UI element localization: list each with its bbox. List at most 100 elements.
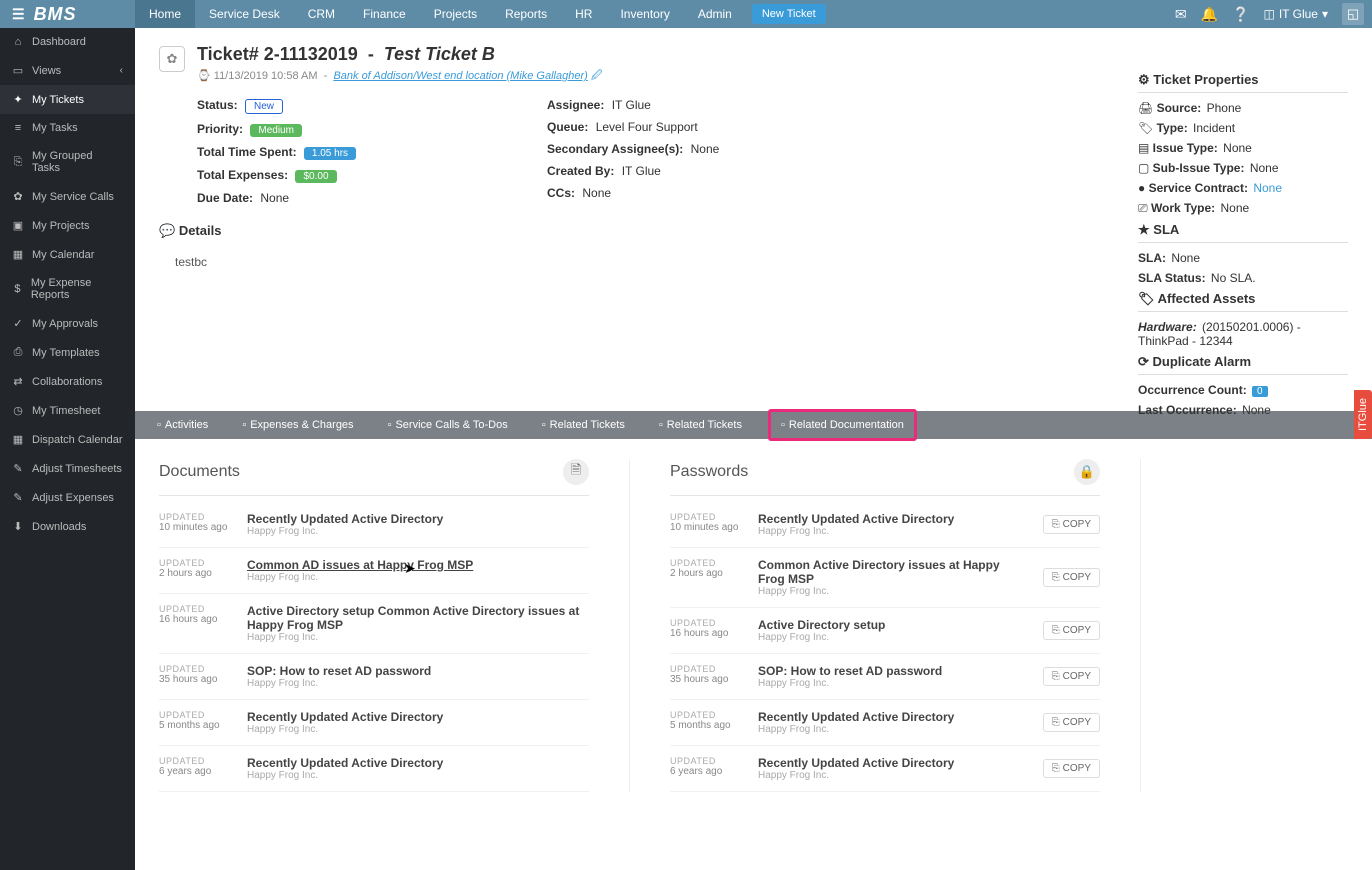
tab-expenses-charges[interactable]: ▫ Expenses & Charges [234,411,361,439]
itglue-tab[interactable]: ITGlue [1354,390,1372,439]
list-item[interactable]: UPDATED2 hours agoCommon AD issues at Ha… [159,548,589,594]
source-value: Phone [1207,101,1242,115]
list-item[interactable]: UPDATED35 hours agoSOP: How to reset AD … [159,654,589,700]
nav-service-desk[interactable]: Service Desk [195,0,294,28]
sla-heading: ★ SLA [1138,222,1348,243]
doc-title[interactable]: SOP: How to reset AD password [758,664,1027,678]
doc-title[interactable]: Recently Updated Active Directory [758,512,1027,526]
sidebar-item-my-service-calls[interactable]: ✿My Service Calls [0,182,135,211]
nav-reports[interactable]: Reports [491,0,561,28]
sidebar-item-my-templates[interactable]: ⎙My Templates [0,338,135,367]
copy-button[interactable]: ⎘ COPY [1043,515,1100,534]
sidebar-icon: ✿ [12,190,24,203]
doc-title[interactable]: Recently Updated Active Directory [758,710,1027,724]
documents-panel: Documents 🗎 UPDATED10 minutes agoRecentl… [159,459,589,792]
sidebar-item-my-calendar[interactable]: ▦My Calendar [0,240,135,269]
sidebar-item-dashboard[interactable]: ⌂Dashboard [0,28,135,56]
doc-title[interactable]: SOP: How to reset AD password [247,664,589,678]
doc-title[interactable]: Active Directory setup Common Active Dir… [247,604,589,632]
tab-related-tickets[interactable]: ▫ Related Tickets [534,411,633,439]
sidebar-item-views[interactable]: ▭Views‹ [0,56,135,85]
list-item[interactable]: UPDATED2 hours agoCommon Active Director… [670,548,1100,608]
doc-title[interactable]: Recently Updated Active Directory [247,756,589,770]
copy-button[interactable]: ⎘ COPY [1043,759,1100,778]
type-value: Incident [1193,121,1235,135]
list-item[interactable]: UPDATED5 months agoRecently Updated Acti… [670,700,1100,746]
contract-link[interactable]: None [1253,181,1282,195]
list-item[interactable]: UPDATED35 hours agoSOP: How to reset AD … [670,654,1100,700]
sidebar-item-my-tickets[interactable]: ✦My Tickets [0,85,135,114]
createdby-value: IT Glue [622,164,661,178]
slastatus-value: No SLA. [1211,271,1256,285]
copy-button[interactable]: ⎘ COPY [1043,667,1100,686]
tab-service-calls-to-dos[interactable]: ▫ Service Calls & To-Dos [380,411,516,439]
hamburger-icon[interactable]: ☰ [12,6,26,23]
main: ✿ Ticket# 2-11132019 - Test Ticket B ⌚ 1… [135,28,1372,870]
nav-hr[interactable]: HR [561,0,606,28]
sidebar-item-my-timesheet[interactable]: ◷My Timesheet [0,396,135,425]
tab-activities[interactable]: ▫ Activities [149,411,216,439]
doc-org: Happy Frog Inc. [758,770,1027,781]
help-icon[interactable]: ❔ [1232,6,1249,23]
updated-time: 2 hours ago [159,568,231,579]
doc-org: Happy Frog Inc. [758,586,1027,597]
list-item[interactable]: UPDATED6 years agoRecently Updated Activ… [159,746,589,792]
sidebar-item-my-expense-reports[interactable]: $My Expense Reports [0,269,135,309]
priority-badge: Medium [250,124,302,137]
doc-title[interactable]: Recently Updated Active Directory [247,710,589,724]
doc-title[interactable]: Active Directory setup [758,618,1027,632]
list-item[interactable]: UPDATED16 hours agoActive Directory setu… [159,594,589,654]
copy-button[interactable]: ⎘ COPY [1043,713,1100,732]
doc-org: Happy Frog Inc. [247,526,589,537]
doc-org: Happy Frog Inc. [758,526,1027,537]
edit-icon[interactable]: 🖉 [591,70,603,82]
doc-title[interactable]: Common Active Directory issues at Happy … [758,558,1027,586]
sidebar-icon: ✎ [12,462,24,475]
nav-finance[interactable]: Finance [349,0,420,28]
list-item[interactable]: UPDATED5 months agoRecently Updated Acti… [159,700,589,746]
doc-title[interactable]: Recently Updated Active Directory [247,512,589,526]
sidebar-item-my-grouped-tasks[interactable]: ⎘My Grouped Tasks [0,142,135,182]
updated-label: UPDATED [159,512,231,522]
tab-related-documentation[interactable]: ▫ Related Documentation [768,409,917,441]
ticket-name: Test Ticket B [384,44,495,64]
doc-title[interactable]: Common AD issues at Happy Frog MSP [247,558,589,572]
nav-inventory[interactable]: Inventory [606,0,683,28]
doc-org: Happy Frog Inc. [247,632,589,643]
nav-home[interactable]: Home [135,0,195,28]
ticket-location-link[interactable]: Bank of Addison/West end location (Mike … [333,70,587,82]
corner-button[interactable]: ◱ [1342,3,1364,25]
list-item[interactable]: UPDATED10 minutes agoRecently Updated Ac… [159,502,589,548]
copy-icon: ⎘ [1052,717,1060,728]
list-item[interactable]: UPDATED16 hours agoActive Directory setu… [670,608,1100,654]
nav-admin[interactable]: Admin [684,0,746,28]
copy-button[interactable]: ⎘ COPY [1043,621,1100,640]
sidebar-icon: ✎ [12,491,24,504]
topbar-right: ✉ 🔔 ❔ ◫ IT Glue ▾ ◱ [1175,3,1372,25]
list-item[interactable]: UPDATED10 minutes agoRecently Updated Ac… [670,502,1100,548]
time-badge: 1.05 hrs [304,147,356,160]
sidebar-item-my-tasks[interactable]: ≡My Tasks [0,114,135,142]
sidebar-item-my-approvals[interactable]: ✓My Approvals [0,309,135,338]
sidebar-item-collaborations[interactable]: ⇄Collaborations [0,367,135,396]
updated-label: UPDATED [670,618,742,628]
sidebar-icon: ▣ [12,219,24,232]
sidebar-item-adjust-timesheets[interactable]: ✎Adjust Timesheets [0,454,135,483]
tab-related-tickets[interactable]: ▫ Related Tickets [651,411,750,439]
sidebar-item-adjust-expenses[interactable]: ✎Adjust Expenses [0,483,135,512]
new-ticket-button[interactable]: New Ticket [752,4,826,24]
nav-crm[interactable]: CRM [294,0,349,28]
lock-icon: 🔒 [1074,459,1100,485]
user-menu[interactable]: ◫ IT Glue ▾ [1263,7,1328,21]
nav-projects[interactable]: Projects [420,0,491,28]
mail-icon[interactable]: ✉ [1175,6,1187,23]
list-item[interactable]: UPDATED6 years agoRecently Updated Activ… [670,746,1100,792]
ticket-type-icon: ✿ [159,46,185,72]
sidebar-item-dispatch-calendar[interactable]: ▦Dispatch Calendar [0,425,135,454]
bell-icon[interactable]: 🔔 [1201,6,1218,23]
copy-button[interactable]: ⎘ COPY [1043,568,1100,587]
sidebar-item-my-projects[interactable]: ▣My Projects [0,211,135,240]
doc-title[interactable]: Recently Updated Active Directory [758,756,1027,770]
sidebar-item-downloads[interactable]: ⬇Downloads [0,512,135,541]
passwords-panel: Passwords 🔒 UPDATED10 minutes agoRecentl… [670,459,1100,792]
